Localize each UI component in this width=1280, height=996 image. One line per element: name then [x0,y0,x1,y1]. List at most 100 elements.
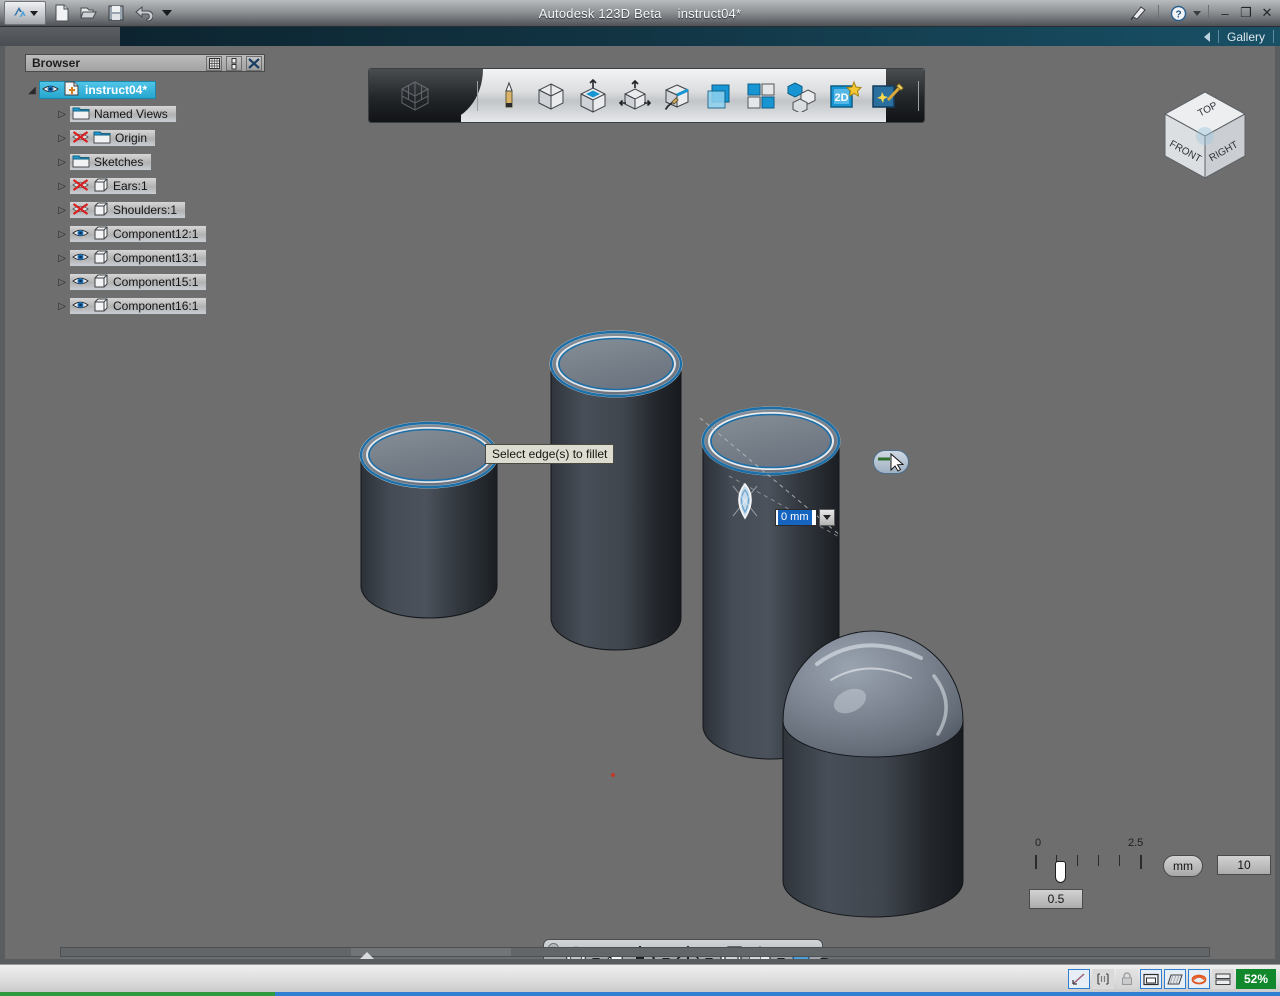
chevron-down-icon[interactable] [777,958,785,963]
broadcast-icon[interactable] [1127,2,1151,24]
gallery-label[interactable]: Gallery [1227,30,1265,44]
save-icon[interactable] [106,3,126,23]
scale-max-value[interactable]: 10 [1217,855,1271,875]
2d-drawing-icon[interactable]: 2D [826,76,864,116]
tree-item-chip[interactable]: Component13:1 [69,249,207,267]
tree-item-chip[interactable]: Shoulders:1 [69,201,186,219]
tree-item[interactable]: ▷Component15:1 [25,270,295,294]
undo-icon[interactable] [133,3,153,23]
visibility-hidden-icon[interactable] [72,203,89,218]
tree-expand-arrow-icon[interactable]: ▷ [55,253,69,264]
progress-badge[interactable]: 52% [1236,969,1276,989]
viewport-horizontal-scrollbar[interactable] [60,947,1210,957]
scale-unit-button[interactable]: mm [1163,855,1203,877]
dual-view-icon[interactable] [1212,969,1234,989]
grid-snap-icon[interactable] [1140,969,1162,989]
tree-item[interactable]: ▷Component13:1 [25,246,295,270]
columns-icon[interactable] [226,56,242,71]
cylinder-1[interactable] [361,423,497,618]
grouping-icon[interactable] [784,76,822,116]
tree-item-chip[interactable]: Origin [69,129,156,147]
snap-line-icon[interactable] [1068,969,1090,989]
help-icon[interactable]: ? [1166,2,1190,24]
chevron-down-icon[interactable] [820,958,828,963]
sketch-pencil-icon[interactable] [490,76,528,116]
visibility-eye-icon[interactable] [72,227,89,242]
visibility-eye-icon[interactable] [72,299,89,314]
tree-expand-arrow-icon[interactable]: ▷ [55,109,69,120]
tree-item-chip[interactable]: Component12:1 [69,225,207,243]
tree-item[interactable]: ▷Sketches [25,150,295,174]
tree-item[interactable]: ◢instruct04* [25,78,295,102]
help-caret-icon[interactable] [1193,11,1201,16]
open-file-icon[interactable] [79,3,99,23]
restore-button[interactable]: ❐ [1237,4,1255,22]
toolbar-logo-panel[interactable] [369,69,461,122]
browser-panel[interactable]: Browser ◢instruct04*▷Named Views▷Origi [25,54,295,318]
tree-expand-arrow-open-icon[interactable]: ◢ [25,85,39,96]
fillet-value-control[interactable]: 0 mm [775,509,835,526]
tree-item-chip[interactable]: Named Views [69,105,177,123]
viewport-resize-grip[interactable] [360,952,374,959]
3d-viewport[interactable]: Browser ◢instruct04*▷Named Views▷Origi [0,46,1280,964]
visibility-eye-icon[interactable] [72,275,89,290]
close-panel-icon[interactable] [246,56,262,71]
visibility-hidden-icon[interactable] [72,179,89,194]
primitive-box-icon[interactable] [532,76,570,116]
tree-expand-arrow-icon[interactable]: ▷ [55,157,69,168]
move-modify-icon[interactable] [616,76,654,116]
scale-current-value[interactable]: 0.5 [1029,889,1083,909]
orbit-constraint-icon[interactable] [1188,969,1210,989]
tree-item-chip[interactable]: Component16:1 [69,297,207,315]
tree-expand-arrow-icon[interactable]: ▷ [55,229,69,240]
main-toolbar[interactable]: 2D [368,68,925,123]
lock-icon[interactable] [1116,969,1138,989]
grid-icon[interactable] [206,56,222,71]
tree-expand-arrow-icon[interactable]: ▷ [55,277,69,288]
visibility-eye-icon[interactable] [72,251,89,266]
cylinder-domed[interactable] [783,631,963,917]
fillet-value-input[interactable]: 0 mm [775,509,817,526]
scrollbar-thumb[interactable] [351,948,511,956]
tree-expand-arrow-icon[interactable]: ▷ [55,205,69,216]
fillet-icon[interactable] [658,76,696,116]
qat-overflow-caret-icon[interactable] [162,10,172,16]
visibility-eye-icon[interactable] [42,83,59,98]
browser-tree[interactable]: ◢instruct04*▷Named Views▷Origin▷Sketches… [25,78,295,318]
tree-item-chip[interactable]: Component15:1 [69,273,207,291]
pattern-icon[interactable] [700,76,738,116]
close-button[interactable]: ✕ [1258,4,1276,22]
viewport-canvas[interactable]: Browser ◢instruct04*▷Named Views▷Origi [5,46,1275,959]
minimize-button[interactable]: – [1216,4,1234,22]
tree-item-chip[interactable]: instruct04* [39,81,156,99]
measure-icon[interactable] [1092,969,1114,989]
toolbar-buttons: 2D [469,69,927,122]
scale-slider-knob[interactable] [1055,861,1066,883]
tree-item[interactable]: ▷Shoulders:1 [25,198,295,222]
tree-item[interactable]: ▷Named Views [25,102,295,126]
ground-plane-icon[interactable] [1164,969,1186,989]
tree-expand-arrow-icon[interactable]: ▷ [55,301,69,312]
view-cube[interactable]: TOP FRONT RIGHT [1157,86,1253,186]
scale-ruler-widget[interactable]: 0 2.5 0.5 mm 10 [1015,833,1265,913]
tree-item[interactable]: ▷Origin [25,126,295,150]
chevron-down-icon[interactable] [662,958,670,963]
extrude-icon[interactable] [574,76,612,116]
tree-item[interactable]: ▷Component12:1 [25,222,295,246]
combine-icon[interactable] [742,76,780,116]
cylinder-2[interactable] [551,332,681,650]
chevron-down-icon[interactable] [592,958,600,963]
tree-item-chip[interactable]: Ears:1 [69,177,157,195]
gallery-collapse-arrow-icon[interactable] [1204,32,1210,42]
tree-item-chip[interactable]: Sketches [69,153,152,171]
visibility-hidden-icon[interactable] [72,131,89,146]
tree-expand-arrow-icon[interactable]: ▷ [55,181,69,192]
tree-item[interactable]: ▷Component16:1 [25,294,295,318]
tree-item[interactable]: ▷Ears:1 [25,174,295,198]
new-file-icon[interactable] [52,3,72,23]
application-menu-button[interactable] [4,1,46,25]
tree-expand-arrow-icon[interactable]: ▷ [55,133,69,144]
fillet-value-dropdown[interactable] [819,509,835,526]
smart-effects-icon[interactable] [868,76,906,116]
chevron-down-icon[interactable] [705,958,713,963]
